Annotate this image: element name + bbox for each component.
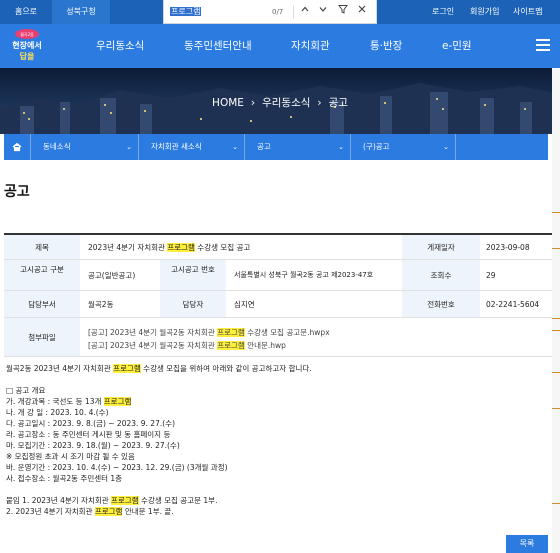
svg-text:현장에서: 현장에서: [12, 40, 41, 50]
phone-value: 02-2241-5604: [480, 291, 552, 318]
sitemap-link[interactable]: 사이트맵: [513, 0, 542, 24]
login-link[interactable]: 로그인: [432, 0, 454, 24]
page-title: 공고: [4, 184, 30, 200]
sub-nav: 동네소식 ⌄ 자치회관 새소식 ⌄ 공고 ⌄ (구)공고 ⌄: [4, 134, 548, 160]
body-intro: 월곡2동 2023년 4분기 자치회관 프로그램 수강생 모집을 위하여 아래와…: [6, 364, 312, 373]
chevron-down-icon: ⌄: [443, 143, 449, 151]
find-marker: [552, 248, 560, 249]
nav-center-guide[interactable]: 동주민센터안내: [184, 24, 252, 68]
find-highlight: 프로그램: [217, 328, 245, 337]
nav-e-minwon[interactable]: e-민원: [442, 24, 472, 68]
notice-info-grid: 제목 2023년 4분기 자치회관 프로그램 수강생 모집 공고 게재일자 20…: [4, 233, 552, 357]
chevron-down-icon[interactable]: [316, 4, 330, 20]
svg-text:월곡2동: 월곡2동: [20, 31, 34, 37]
find-count: 0/7: [272, 8, 284, 16]
close-icon[interactable]: [355, 4, 369, 20]
notice-title: 2023년 4분기 자치회관 프로그램 수강생 모집 공고: [80, 235, 402, 260]
body-heading: □ 공고 개요: [6, 386, 46, 395]
body-line: 바. 운영기간 : 2023. 10. 4.(수) ~ 2023. 12. 29…: [6, 463, 228, 472]
body-line: ※ 모집정원 초과 시 조기 마감 될 수 있음: [6, 452, 135, 461]
notice-number-value: 서울특별시 성북구 월곡2동 공고 제2023-47호: [226, 260, 402, 291]
attachment-link-hwp[interactable]: [공고] 2023년 4분기 월곡2동 자치회관 프로그램 안내문.hwp: [88, 339, 552, 352]
home-link[interactable]: 홈으로: [0, 0, 52, 24]
title-label: 제목: [4, 235, 80, 260]
find-marker: [552, 330, 560, 331]
find-separator: [293, 5, 294, 19]
find-highlight: 프로그램: [94, 507, 123, 516]
home-icon[interactable]: [4, 134, 30, 160]
find-marker: [552, 318, 560, 319]
find-input[interactable]: 프로그램: [170, 5, 262, 19]
wolgok-logo[interactable]: 월곡2동 현장에서 답을: [4, 26, 50, 66]
post-date-value: 2023-09-08: [480, 235, 552, 260]
menu-icon[interactable]: [536, 39, 550, 51]
body-attachment-2: 2. 2023년 4분기 자치회관 프로그램 안내문 1부. 끝.: [6, 507, 174, 516]
nav-tong-banjang[interactable]: 통·반장: [370, 24, 402, 68]
views-value: 29: [480, 260, 552, 291]
find-highlight: 프로그램: [217, 341, 245, 350]
list-button[interactable]: 목록: [506, 535, 548, 553]
nav-community-hall[interactable]: 자치회관: [291, 24, 330, 68]
subnav-label: 동네소식: [43, 142, 71, 151]
body-line: 마. 모집기간 : 2023. 9. 18.(월) ~ 2023. 9. 27.…: [6, 441, 180, 450]
filter-icon[interactable]: [336, 4, 350, 20]
find-marker: [552, 212, 560, 213]
subnav-label: (구)공고: [363, 142, 390, 151]
main-nav: 월곡2동 현장에서 답을 우리동소식 동주민센터안내 자치회관 통·반장 e-민…: [0, 24, 560, 68]
body-line: 라. 공고장소 : 동 주민센터 게시판 및 동 홈페이지 등: [6, 430, 171, 439]
breadcrumb-separator: ›: [317, 97, 322, 109]
signup-link[interactable]: 회원가입: [470, 0, 499, 24]
find-highlight: 프로그램: [113, 364, 141, 373]
attachment-label: 첨부파일: [4, 318, 80, 357]
chevron-down-icon: ⌄: [126, 143, 132, 151]
find-marker: [552, 503, 560, 504]
post-date-label: 게재일자: [402, 235, 480, 260]
chevron-down-icon: ⌄: [338, 143, 344, 151]
department-label: 담당부서: [4, 291, 80, 318]
find-highlight: 프로그램: [103, 397, 132, 406]
body-attachment-1: 붙임 1. 2023년 4분기 자치회관 프로그램 수강생 모집 공고문 1부.: [6, 496, 218, 505]
find-highlight: 프로그램: [167, 243, 195, 252]
department-value: 월곡2동: [80, 291, 160, 318]
find-query: 프로그램: [170, 7, 202, 16]
scrollbar[interactable]: [552, 68, 560, 553]
chevron-down-icon: ⌄: [232, 143, 238, 151]
notice-type-value: 공고(일반공고): [80, 260, 160, 291]
manager-value: 심지연: [226, 291, 402, 318]
attachment-list: [공고] 2023년 4분기 월곡2동 자치회관 프로그램 수강생 모집 공고문…: [80, 318, 552, 357]
subnav-hall-news[interactable]: 자치회관 새소식 ⌄: [138, 134, 244, 160]
notice-type-label: 고시공고 구분: [4, 260, 80, 291]
breadcrumb-home[interactable]: HOME: [212, 97, 244, 109]
body-line: 나. 개 강 일 : 2023. 10. 4.(수): [6, 408, 109, 417]
notice-number-label: 고시공고 번호: [160, 260, 226, 291]
subnav-old-notice[interactable]: (구)공고 ⌄: [350, 134, 456, 160]
hero-banner: HOME › 우리동소식 › 공고: [0, 68, 560, 134]
subnav-neighborhood-news[interactable]: 동네소식 ⌄: [30, 134, 138, 160]
subnav-label: 공고: [257, 142, 271, 151]
find-marker: [552, 372, 560, 373]
subnav-notice[interactable]: 공고 ⌄: [244, 134, 350, 160]
breadcrumb-news[interactable]: 우리동소식: [262, 97, 310, 109]
body-line: 다. 공고일시 : 2023. 9. 8.(금) ~ 2023. 9. 27.(…: [6, 419, 175, 428]
body-line: 사. 접수장소 : 월곡2동 주민센터 1층: [6, 474, 123, 483]
nav-news[interactable]: 우리동소식: [96, 24, 144, 68]
breadcrumb-separator: ›: [250, 97, 256, 109]
svg-text:답을: 답을: [20, 51, 35, 61]
views-label: 조회수: [402, 260, 480, 291]
subnav-label: 자치회관 새소식: [151, 142, 202, 151]
hero-breadcrumb: HOME › 우리동소식 › 공고: [0, 95, 560, 110]
breadcrumb-notice[interactable]: 공고: [329, 97, 348, 109]
find-marker: [552, 408, 560, 409]
find-highlight: 프로그램: [111, 496, 139, 505]
find-bar: 프로그램 0/7: [163, 0, 377, 24]
chevron-up-icon[interactable]: [298, 4, 312, 20]
seongbuk-office-link[interactable]: 성북구청: [52, 0, 110, 24]
attachment-link-hwpx[interactable]: [공고] 2023년 4분기 월곡2동 자치회관 프로그램 수강생 모집 공고문…: [88, 326, 552, 339]
phone-label: 전화번호: [402, 291, 480, 318]
body-line: 가. 개강과목 : 국선도 등 13개 프로그램: [6, 397, 132, 406]
notice-body: 월곡2동 2023년 4분기 자치회관 프로그램 수강생 모집을 위하여 아래와…: [6, 363, 546, 517]
manager-label: 담당자: [160, 291, 226, 318]
